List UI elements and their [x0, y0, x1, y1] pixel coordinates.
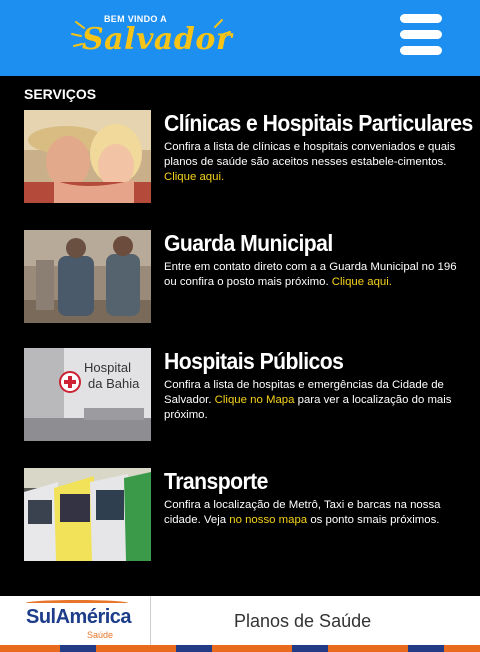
service-card-hospitais: Hospital da Bahia Hospitais Públicos Con…: [24, 348, 464, 444]
section-title: SERVIÇOS: [24, 86, 97, 102]
service-link[interactable]: no nosso mapa: [229, 514, 307, 526]
svg-text:da Bahia: da Bahia: [88, 376, 140, 391]
service-title[interactable]: Clínicas e Hospitais Particulares: [164, 110, 473, 137]
salvador-logo[interactable]: BEM VINDO A Salvador: [68, 8, 238, 68]
service-description: Entre em contato direto com a a Guarda M…: [164, 261, 457, 288]
service-link[interactable]: Clique aqui.: [332, 276, 392, 288]
sulamerica-logo[interactable]: SulAmérica Saúde: [0, 596, 150, 652]
service-card-guarda: Guarda Municipal Entre em contato direto…: [24, 230, 464, 326]
brand-stripe: [0, 645, 480, 652]
sponsor-banner[interactable]: SulAmérica Saúde Planos de Saúde: [0, 596, 480, 652]
logo-title: Salvador: [82, 22, 233, 57]
service-card-transporte: Transporte Confira a localização de Metr…: [24, 468, 464, 564]
service-link[interactable]: Clique no Mapa: [215, 394, 295, 406]
top-header: BEM VINDO A Salvador: [0, 0, 480, 76]
brand-subtitle: Saúde: [87, 630, 114, 640]
service-title[interactable]: Guarda Municipal: [164, 230, 333, 257]
municipal-guards-photo[interactable]: [24, 230, 151, 323]
service-description: Confira a localização de Metrô, Taxi e b…: [164, 499, 441, 526]
service-description: Confira a lista de hospitas e emergência…: [164, 379, 452, 421]
service-title[interactable]: Hospitais Públicos: [164, 348, 344, 375]
service-card-clinicas: Clínicas e Hospitais Particulares Confir…: [24, 110, 473, 206]
hamburger-menu-icon[interactable]: [400, 14, 442, 56]
mother-and-child-photo[interactable]: [24, 110, 151, 203]
service-title[interactable]: Transporte: [164, 468, 268, 495]
hospital-da-bahia-photo[interactable]: Hospital da Bahia: [24, 348, 151, 441]
service-link[interactable]: Clique aqui.: [164, 171, 224, 183]
divider: [150, 596, 151, 652]
service-description: Confira a lista de clínicas e hospitais …: [164, 141, 456, 183]
plans-label[interactable]: Planos de Saúde: [234, 611, 371, 632]
buses-photo[interactable]: [24, 468, 151, 561]
svg-text:Hospital: Hospital: [84, 360, 131, 375]
brand-name: SulAmérica: [26, 606, 132, 628]
